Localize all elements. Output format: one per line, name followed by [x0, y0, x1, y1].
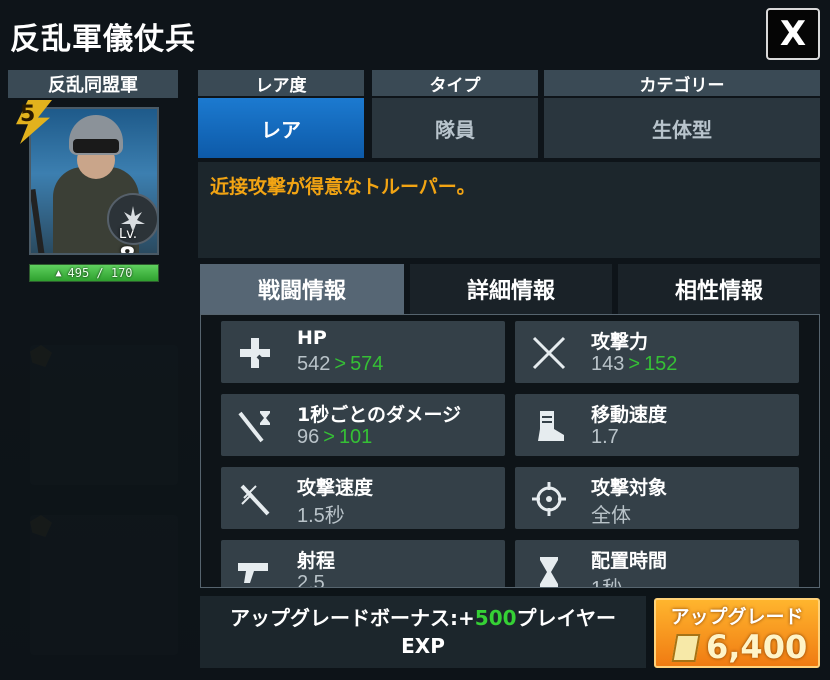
- rarity-header: レア度: [198, 70, 364, 96]
- xp-value: 495 / 170: [67, 266, 133, 280]
- stat-value: 1.5秒: [297, 499, 345, 528]
- crossed-swords-icon: [529, 333, 569, 373]
- unit-info-dialog: 反乱軍儀仗兵 X 反乱同盟軍 Lv. 8 5 ▲ 495 / 170 レア度 タ…: [0, 0, 830, 680]
- level-prefix: Lv.: [119, 227, 138, 242]
- stat-deploy-time: 配置時間 1秒: [515, 540, 799, 587]
- stat-label: 配置時間: [591, 550, 668, 572]
- unit-level: Lv. 8: [119, 227, 157, 253]
- tab-detail-info[interactable]: 詳細情報: [410, 264, 612, 314]
- unit-portrait[interactable]: Lv. 8: [29, 107, 159, 255]
- stat-target: 攻撃対象 全体: [515, 467, 799, 529]
- attack-speed-icon: [235, 479, 275, 519]
- bonus-amount: 500: [474, 606, 517, 630]
- stat-label: 攻撃速度: [297, 477, 374, 499]
- stat-attack: 攻撃力 143 >152: [515, 321, 799, 383]
- stat-dps: 1秒ごとのダメージ 96 >101: [221, 394, 505, 456]
- type-header: タイプ: [372, 70, 538, 96]
- unit-description: 近接攻撃が得意なトルーパー。: [198, 162, 820, 258]
- blaster-icon: [235, 552, 275, 587]
- stat-label: 移動速度: [591, 404, 668, 426]
- stat-value: 1秒: [591, 572, 622, 587]
- xp-text: ▲ 495 / 170: [30, 265, 158, 281]
- stat-value: 143 >152: [591, 353, 677, 376]
- stat-value: 全体: [591, 499, 631, 528]
- stat-base: 1.7: [591, 426, 619, 448]
- stat-label: 攻撃対象: [591, 477, 668, 499]
- dps-icon: [235, 406, 275, 446]
- hourglass-icon: [529, 552, 569, 587]
- stat-label: 1秒ごとのダメージ: [297, 404, 462, 426]
- upgrade-button[interactable]: アップグレード 6,400: [654, 598, 820, 668]
- close-button[interactable]: X: [766, 8, 820, 60]
- staff-shape: [31, 188, 47, 253]
- stat-base: 96: [297, 426, 320, 448]
- level-up-arrow-icon: ▲: [55, 267, 62, 279]
- level-number: 8: [119, 242, 136, 253]
- trooper-visor-shape: [73, 139, 119, 153]
- stat-value: 1.7: [591, 426, 619, 449]
- stat-arrow: >: [323, 426, 335, 448]
- tab-affinity-info[interactable]: 相性情報: [618, 264, 820, 314]
- bonus-prefix: アップグレードボーナス:+: [230, 606, 475, 630]
- stat-value: 96 >101: [297, 426, 372, 449]
- upgrade-cost: 6,400: [706, 628, 808, 666]
- stat-upgraded: 101: [338, 426, 373, 448]
- stat-range: 射程 2.5: [221, 540, 505, 588]
- category-header: カテゴリー: [544, 70, 820, 96]
- stat-arrow: >: [628, 353, 641, 375]
- stat-base: 143: [591, 353, 625, 375]
- boot-icon: [529, 406, 569, 446]
- category-value: 生体型: [544, 98, 820, 158]
- type-value: 隊員: [372, 98, 538, 158]
- tab-combat-info[interactable]: 戦闘情報: [200, 264, 404, 314]
- stat-arrow: >: [334, 353, 347, 375]
- stat-base: 2.5: [297, 572, 325, 588]
- stat-attack-speed: 攻撃速度 1.5秒: [221, 467, 505, 529]
- stat-value: 2.5: [297, 572, 325, 588]
- stat-hp: HP 542 >574: [221, 321, 505, 383]
- stat-move-speed: 移動速度 1.7: [515, 394, 799, 456]
- stat-label: 射程: [297, 550, 336, 572]
- xp-progress-bar: ▲ 495 / 170: [29, 264, 159, 282]
- stat-base: 542: [297, 353, 331, 375]
- rarity-value: レア: [198, 98, 364, 158]
- unit-name-title: 反乱軍儀仗兵: [10, 22, 196, 57]
- faction-label: 反乱同盟軍: [8, 70, 178, 98]
- stat-label: 攻撃力: [591, 331, 649, 353]
- stat-base: 1.5秒: [297, 505, 345, 527]
- hp-icon: [235, 333, 275, 373]
- credits-icon: [671, 634, 701, 662]
- upgrade-label: アップグレード: [670, 606, 804, 628]
- stat-upgraded: 574: [350, 353, 384, 375]
- star-rank-number: 5: [20, 102, 36, 127]
- stat-base: 1秒: [591, 578, 622, 587]
- stat-label: HP: [297, 327, 327, 349]
- crosshair-icon: [529, 479, 569, 519]
- stat-value: 542 >574: [297, 353, 383, 376]
- stats-list[interactable]: HP 542 >574 攻撃力 143 >152 1秒ごとのダメージ 96 >101 …: [200, 314, 820, 588]
- stat-upgraded: 152: [644, 353, 678, 375]
- stat-base: 全体: [591, 505, 631, 527]
- upgrade-bonus-text: アップグレードボーナス:+500プレイヤーEXP: [200, 596, 646, 668]
